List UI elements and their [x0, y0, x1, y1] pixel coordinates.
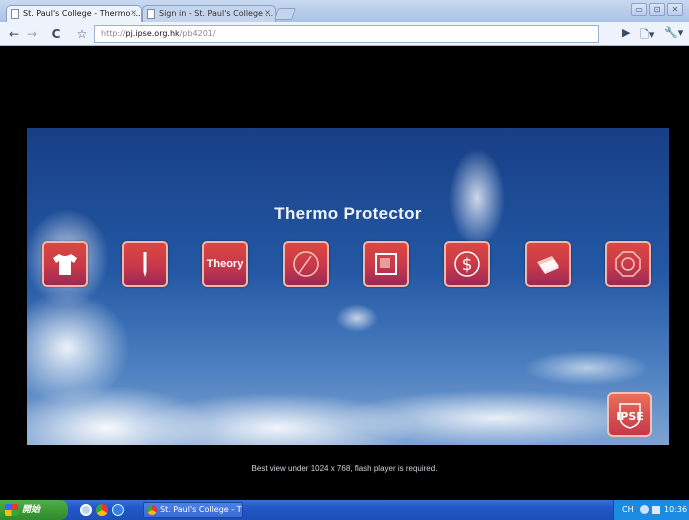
ie-quicklaunch-icon[interactable] — [112, 504, 124, 516]
chrome-icon — [147, 505, 157, 515]
maximize-button[interactable]: ⊡ — [649, 3, 665, 16]
gauge-icon[interactable] — [283, 241, 329, 287]
address-bar[interactable]: http://pj.ipse.org.hk/pb4201/ — [94, 25, 599, 43]
app-title: Thermo Protector — [274, 204, 422, 223]
show-desktop-icon[interactable] — [80, 504, 92, 516]
forward-button[interactable]: → — [24, 26, 40, 42]
page-content: Thermo Protector Theory $ IPSE Best view… — [0, 47, 689, 500]
window-controls: ▭ ⊡ ✕ — [631, 3, 683, 16]
close-window-button[interactable]: ✕ — [667, 3, 683, 16]
volume-icon[interactable] — [652, 506, 660, 514]
tab-sign-in[interactable]: Sign in - St. Paul's College ... × — [142, 5, 276, 22]
network-icon[interactable] — [640, 505, 649, 514]
taskbar-item-browser[interactable]: St. Paul's College - Th... — [143, 502, 243, 518]
start-button[interactable]: 開始 — [0, 500, 68, 520]
flash-movie[interactable]: Thermo Protector Theory $ IPSE — [27, 128, 669, 445]
url-scheme: http:// — [101, 29, 126, 38]
icon-menu: Theory $ — [42, 241, 654, 287]
browser-window: St. Paul's College - Thermo ... × Sign i… — [0, 0, 689, 520]
browser-requirement-note: Best view under 1024 x 768, flash player… — [251, 464, 438, 473]
title-bar: St. Paul's College - Thermo ... × Sign i… — [0, 0, 689, 22]
page-icon — [11, 9, 19, 19]
theory-icon[interactable]: Theory — [202, 241, 248, 287]
minimize-button[interactable]: ▭ — [631, 3, 647, 16]
theory-label: Theory — [206, 258, 244, 270]
windows-taskbar: 開始 St. Paul's College - Th... CH 10:36 — [0, 500, 689, 520]
svg-text:IPSE: IPSE — [616, 410, 644, 423]
close-tab-icon[interactable]: × — [264, 8, 271, 17]
svg-text:$: $ — [462, 255, 473, 275]
pencil-icon[interactable] — [122, 241, 168, 287]
reload-button[interactable]: C — [48, 26, 64, 42]
system-tray: CH 10:36 — [613, 500, 689, 520]
new-tab-button[interactable] — [273, 8, 297, 20]
chrome-quicklaunch-icon[interactable] — [96, 504, 108, 516]
tab-title: St. Paul's College - Thermo ... — [23, 9, 141, 18]
language-indicator[interactable]: CH — [622, 500, 634, 520]
taskbar-item-label: St. Paul's College - Th... — [160, 505, 242, 514]
close-tab-icon[interactable]: × — [130, 8, 137, 17]
clock[interactable]: 10:36 — [664, 500, 687, 520]
square-frame-icon[interactable] — [363, 241, 409, 287]
url-path: /pb4201/ — [179, 29, 216, 38]
tools-menu-button[interactable]: 🔧▾ — [664, 26, 683, 39]
play-icon[interactable]: ▶ — [622, 26, 630, 39]
url-host: pj.ipse.org.hk — [125, 29, 180, 38]
back-button[interactable]: ← — [6, 26, 22, 42]
tshirt-icon[interactable] — [42, 241, 88, 287]
ipse-logo[interactable]: IPSE — [607, 392, 652, 437]
octagon-target-icon[interactable] — [605, 241, 651, 287]
start-label: 開始 — [22, 505, 41, 515]
tab-title: Sign in - St. Paul's College ... — [159, 9, 274, 18]
papers-icon[interactable] — [525, 241, 571, 287]
dollar-icon[interactable]: $ — [444, 241, 490, 287]
page-icon — [147, 9, 155, 19]
page-menu-button[interactable]: 🗋▾ — [640, 26, 654, 45]
windows-logo-icon — [5, 504, 18, 516]
tab-thermo-protector[interactable]: St. Paul's College - Thermo ... × — [6, 5, 142, 22]
bookmark-star-icon[interactable]: ☆ — [74, 26, 90, 42]
browser-toolbar: ← → C ☆ http://pj.ipse.org.hk/pb4201/ ▶ … — [0, 22, 689, 46]
